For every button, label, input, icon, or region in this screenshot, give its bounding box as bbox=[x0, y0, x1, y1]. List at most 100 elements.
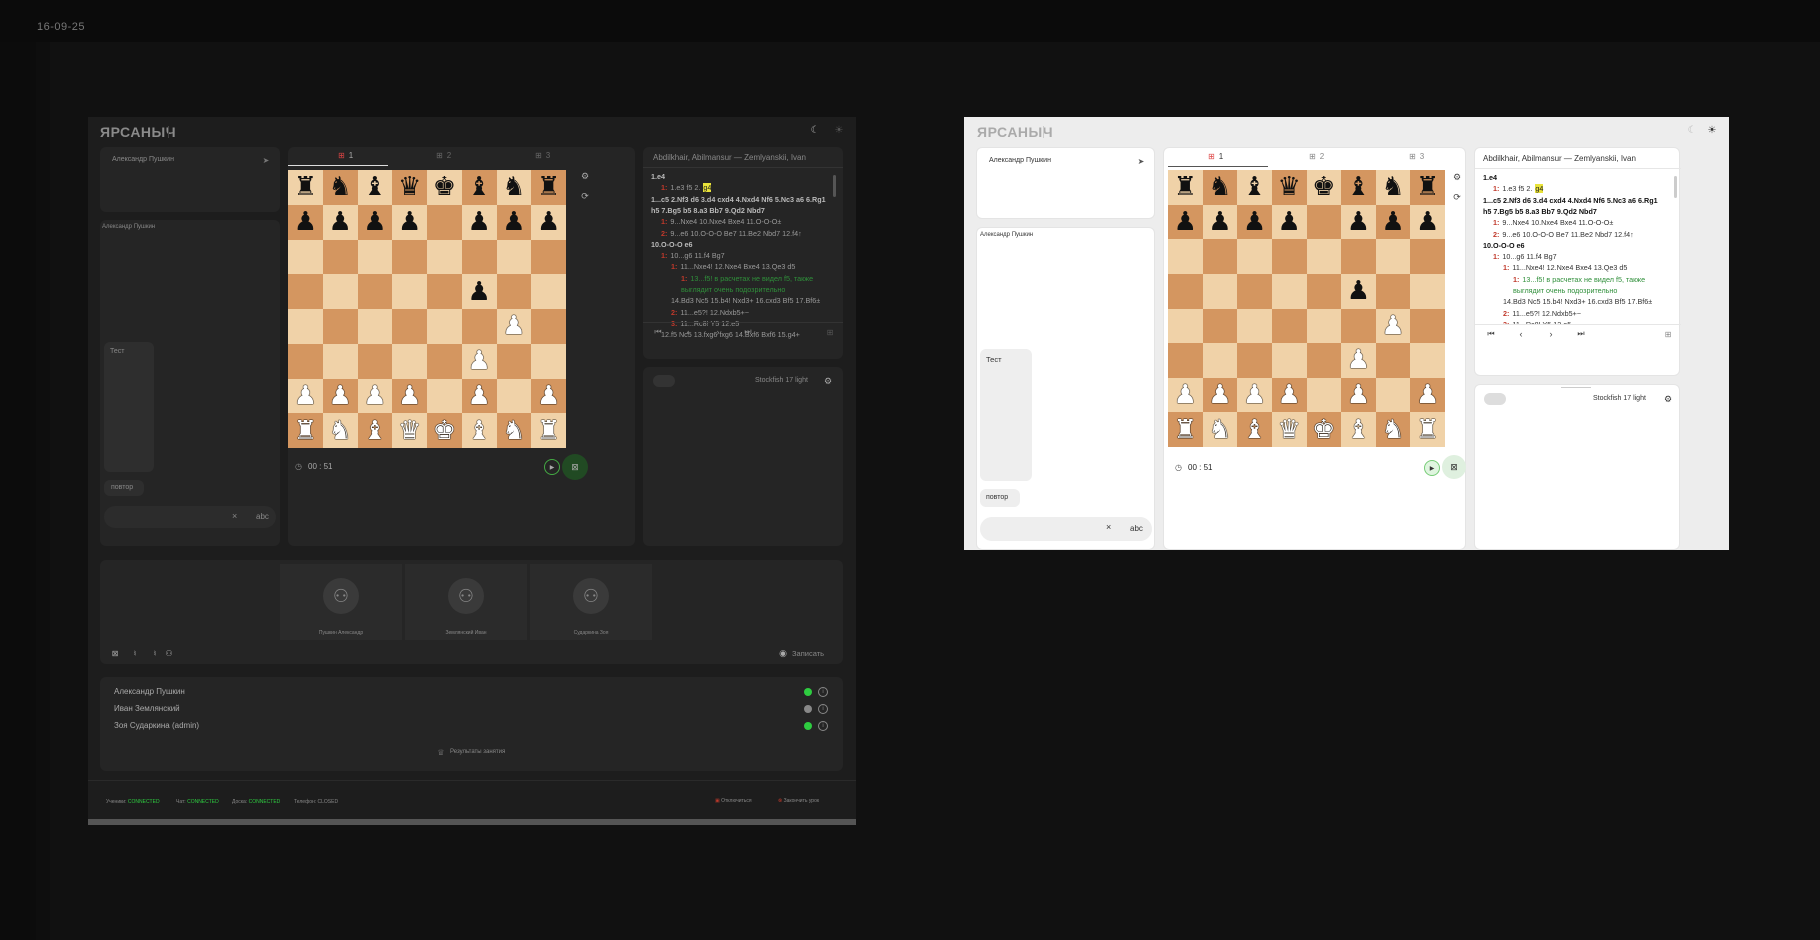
move-line[interactable]: 10.O-O-O e6 bbox=[651, 240, 696, 249]
move-line[interactable]: 1: 11...Nxe4! 12.Nxe4 Bxe4 13.Qe3 d5 bbox=[671, 263, 798, 271]
chess-board[interactable]: ♜ ♞ ♝ ♛ ♚ ♝ ♞ ♜ ♟ ♟ ♟ ♟ ♟ ♟ ♟ ♟ ♟ ♟ ♟ ♟ ♟ ♟ ♟ ♟ ♜ ♞ ♝ ♛ ♚ ♝ ♞ ♜ bbox=[1168, 170, 1445, 447]
move-line[interactable]: h5 7.Bg5 b5 8.a3 Bb7 9.Qd2 Nbd7 bbox=[1483, 207, 1600, 216]
white-bishop-icon[interactable]: ♝ bbox=[1243, 417, 1266, 443]
board-square[interactable] bbox=[392, 343, 427, 379]
white-queen-icon[interactable]: ♛ bbox=[1278, 417, 1301, 443]
board-square[interactable]: ♝ bbox=[461, 170, 497, 205]
board-square[interactable] bbox=[427, 239, 462, 275]
move-line[interactable]: 1: 9...Nxe4 10.Nxe4 Bxe4 11.O-O-O± bbox=[661, 218, 784, 226]
board-square[interactable] bbox=[496, 274, 532, 309]
info-icon[interactable]: i bbox=[818, 721, 828, 731]
engine-toggle[interactable] bbox=[1484, 393, 1506, 405]
black-pawn-icon[interactable]: ♟ bbox=[1347, 278, 1370, 304]
white-bishop-icon[interactable]: ♝ bbox=[467, 418, 490, 444]
board-square[interactable]: ♜ bbox=[288, 170, 323, 205]
white-knight-icon[interactable]: ♞ bbox=[1381, 417, 1404, 443]
move-line[interactable]: 1: 1.e3 f5 2. g4 bbox=[1493, 184, 1546, 194]
board-square[interactable] bbox=[1341, 239, 1376, 274]
horizontal-scrollbar[interactable] bbox=[88, 819, 856, 825]
board-square[interactable]: ♜ bbox=[1410, 170, 1445, 205]
board-square[interactable]: ♟ bbox=[1168, 377, 1203, 413]
board-square[interactable]: ♟ bbox=[357, 378, 393, 414]
abc-toggle[interactable]: abc bbox=[256, 512, 269, 521]
tab-board-1[interactable]: ⊞ 1 bbox=[338, 151, 353, 160]
board-square[interactable] bbox=[496, 343, 532, 379]
white-pawn-icon[interactable]: ♟ bbox=[1347, 347, 1370, 373]
board-square[interactable]: ♟ bbox=[496, 204, 532, 240]
board-square[interactable] bbox=[288, 274, 323, 309]
chat-input[interactable]: abc × bbox=[104, 506, 276, 528]
tab-board-2[interactable]: ⊞ 2 bbox=[436, 151, 451, 160]
board-square[interactable] bbox=[322, 274, 358, 309]
board-square[interactable] bbox=[531, 274, 566, 309]
black-knight-icon[interactable]: ♞ bbox=[328, 174, 351, 200]
board-square[interactable]: ♜ bbox=[531, 413, 566, 448]
board-square[interactable]: ♟ bbox=[1341, 273, 1376, 309]
tab-board-3[interactable]: ⊞ 3 bbox=[1409, 152, 1424, 161]
abc-toggle[interactable]: abc bbox=[1130, 524, 1143, 533]
white-pawn-icon[interactable]: ♟ bbox=[1243, 382, 1266, 408]
board-square[interactable] bbox=[461, 239, 497, 275]
board-square[interactable]: ♞ bbox=[1375, 412, 1411, 447]
board-square[interactable] bbox=[1168, 239, 1203, 274]
board-square[interactable] bbox=[1375, 273, 1411, 309]
clear-icon[interactable]: × bbox=[1106, 522, 1111, 532]
record-icon[interactable]: ◉ bbox=[778, 648, 788, 658]
board-square[interactable]: ♞ bbox=[1375, 170, 1411, 205]
board-square[interactable]: ♟ bbox=[1341, 343, 1376, 378]
board-square[interactable]: ♟ bbox=[1271, 377, 1307, 413]
board-square[interactable]: ♚ bbox=[1306, 412, 1342, 447]
board-square[interactable] bbox=[392, 239, 427, 275]
board-square[interactable]: ♟ bbox=[1410, 204, 1445, 240]
board-square[interactable]: ♟ bbox=[1202, 377, 1238, 413]
board-square[interactable]: ♟ bbox=[1168, 204, 1203, 240]
white-queen-icon[interactable]: ♛ bbox=[398, 418, 421, 444]
board-square[interactable]: ♟ bbox=[357, 204, 393, 240]
board-square[interactable]: ♚ bbox=[427, 413, 462, 448]
board-square[interactable] bbox=[288, 309, 323, 344]
move-line[interactable]: 2: 11...e5?! 12.Ndxb5+− bbox=[1503, 309, 1584, 318]
board-square[interactable]: ♞ bbox=[322, 413, 358, 448]
black-pawn-icon[interactable]: ♟ bbox=[398, 209, 421, 235]
board-square[interactable]: ♞ bbox=[496, 170, 532, 205]
black-pawn-icon[interactable]: ♟ bbox=[1347, 209, 1370, 235]
board-square[interactable]: ♟ bbox=[531, 378, 566, 414]
board-square[interactable] bbox=[1202, 273, 1238, 309]
board-square[interactable] bbox=[1202, 239, 1238, 274]
board-square[interactable]: ♞ bbox=[1202, 412, 1238, 447]
board-square[interactable]: ♚ bbox=[427, 170, 462, 205]
black-bishop-icon[interactable]: ♝ bbox=[1347, 174, 1370, 200]
move-line[interactable]: 1: 1.e3 f5 2. g4 bbox=[661, 183, 714, 193]
black-pawn-icon[interactable]: ♟ bbox=[537, 209, 560, 235]
board-square[interactable] bbox=[322, 309, 358, 344]
board-square[interactable] bbox=[1306, 204, 1342, 240]
board-square[interactable]: ♟ bbox=[392, 204, 427, 240]
repeat-chip[interactable]: повтор bbox=[104, 480, 144, 496]
board-square[interactable]: ♜ bbox=[1410, 412, 1445, 447]
board-square[interactable] bbox=[461, 309, 497, 344]
board-square[interactable] bbox=[427, 204, 462, 240]
black-rook-icon[interactable]: ♜ bbox=[294, 174, 317, 200]
prev-move-icon[interactable]: ‹ bbox=[1516, 329, 1526, 339]
white-knight-icon[interactable]: ♞ bbox=[328, 418, 351, 444]
white-pawn-icon[interactable]: ♟ bbox=[1347, 382, 1370, 408]
white-pawn-icon[interactable]: ♟ bbox=[537, 383, 560, 409]
moon-icon[interactable]: ☾ bbox=[809, 124, 821, 136]
board-square[interactable] bbox=[1306, 239, 1342, 274]
board-square[interactable] bbox=[1237, 343, 1272, 378]
board-square[interactable]: ♞ bbox=[496, 413, 532, 448]
board-square[interactable]: ♟ bbox=[1410, 377, 1445, 413]
grid-icon[interactable]: ⊞ bbox=[1663, 329, 1673, 339]
board-square[interactable]: ♞ bbox=[322, 170, 358, 205]
white-pawn-icon[interactable]: ♟ bbox=[1174, 382, 1197, 408]
gear-icon[interactable]: ⚙ bbox=[580, 171, 590, 181]
engine-settings-icon[interactable]: ⚙ bbox=[1663, 394, 1673, 404]
board-square[interactable]: ♟ bbox=[288, 378, 323, 414]
record-button[interactable]: Записать bbox=[792, 649, 824, 658]
black-pawn-icon[interactable]: ♟ bbox=[1243, 209, 1266, 235]
white-knight-icon[interactable]: ♞ bbox=[502, 418, 525, 444]
black-pawn-icon[interactable]: ♟ bbox=[363, 209, 386, 235]
board-square[interactable] bbox=[1271, 308, 1307, 344]
board-square[interactable]: ♝ bbox=[1237, 412, 1272, 447]
move-line[interactable]: 1.e4 bbox=[651, 173, 668, 181]
